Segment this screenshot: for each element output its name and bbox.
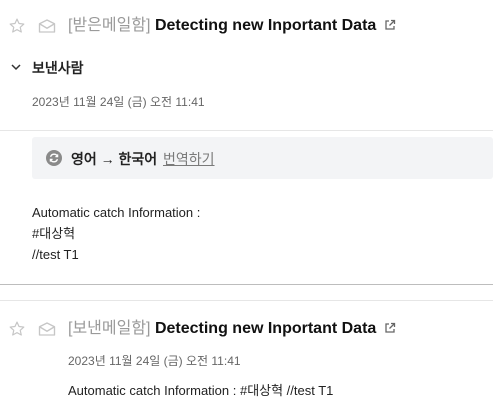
translate-bar: 영어 → 한국어 번역하기 [32, 137, 493, 179]
external-link-icon[interactable] [384, 322, 396, 334]
envelope-icon [38, 19, 56, 33]
mail-preview[interactable]: Automatic catch Information : #대상혁 //tes… [68, 380, 333, 401]
body-line: #대상혁 [32, 226, 76, 241]
mail-header-1: [받은메일함] Detecting new Inportant Data [68, 16, 396, 36]
star-icon[interactable] [8, 17, 26, 35]
mail-subject[interactable]: Detecting new Inportant Data [155, 17, 376, 34]
envelope-icon [38, 322, 56, 336]
folder-label: [받은메일함] [68, 17, 151, 34]
mail-date: 2023년 11월 24일 (금) 오전 11:41 [32, 95, 205, 109]
external-link-icon[interactable] [384, 19, 396, 31]
chevron-down-icon[interactable] [10, 61, 22, 73]
mail-subject[interactable]: Detecting new Inportant Data [155, 320, 376, 337]
translate-link[interactable]: 번역하기 [163, 149, 215, 169]
body-line: //test T1 [32, 247, 79, 262]
thread-separator [0, 284, 493, 285]
mail-header-2: [보낸메일함] Detecting new Inportant Data [68, 319, 396, 339]
folder-label: [보낸메일함] [68, 320, 151, 337]
sender-toggle-label[interactable]: 보낸사람 [32, 58, 84, 78]
body-line: Automatic catch Information : [32, 205, 201, 220]
mail-date: 2023년 11월 24일 (금) 오전 11:41 [68, 354, 241, 368]
star-icon[interactable] [8, 320, 26, 338]
refresh-icon [46, 150, 62, 166]
mail-body: Automatic catch Information : #대상혁 //tes… [32, 202, 200, 265]
divider [0, 130, 493, 131]
divider [0, 300, 493, 301]
translate-lang-pair: 영어 → 한국어 [71, 151, 158, 167]
